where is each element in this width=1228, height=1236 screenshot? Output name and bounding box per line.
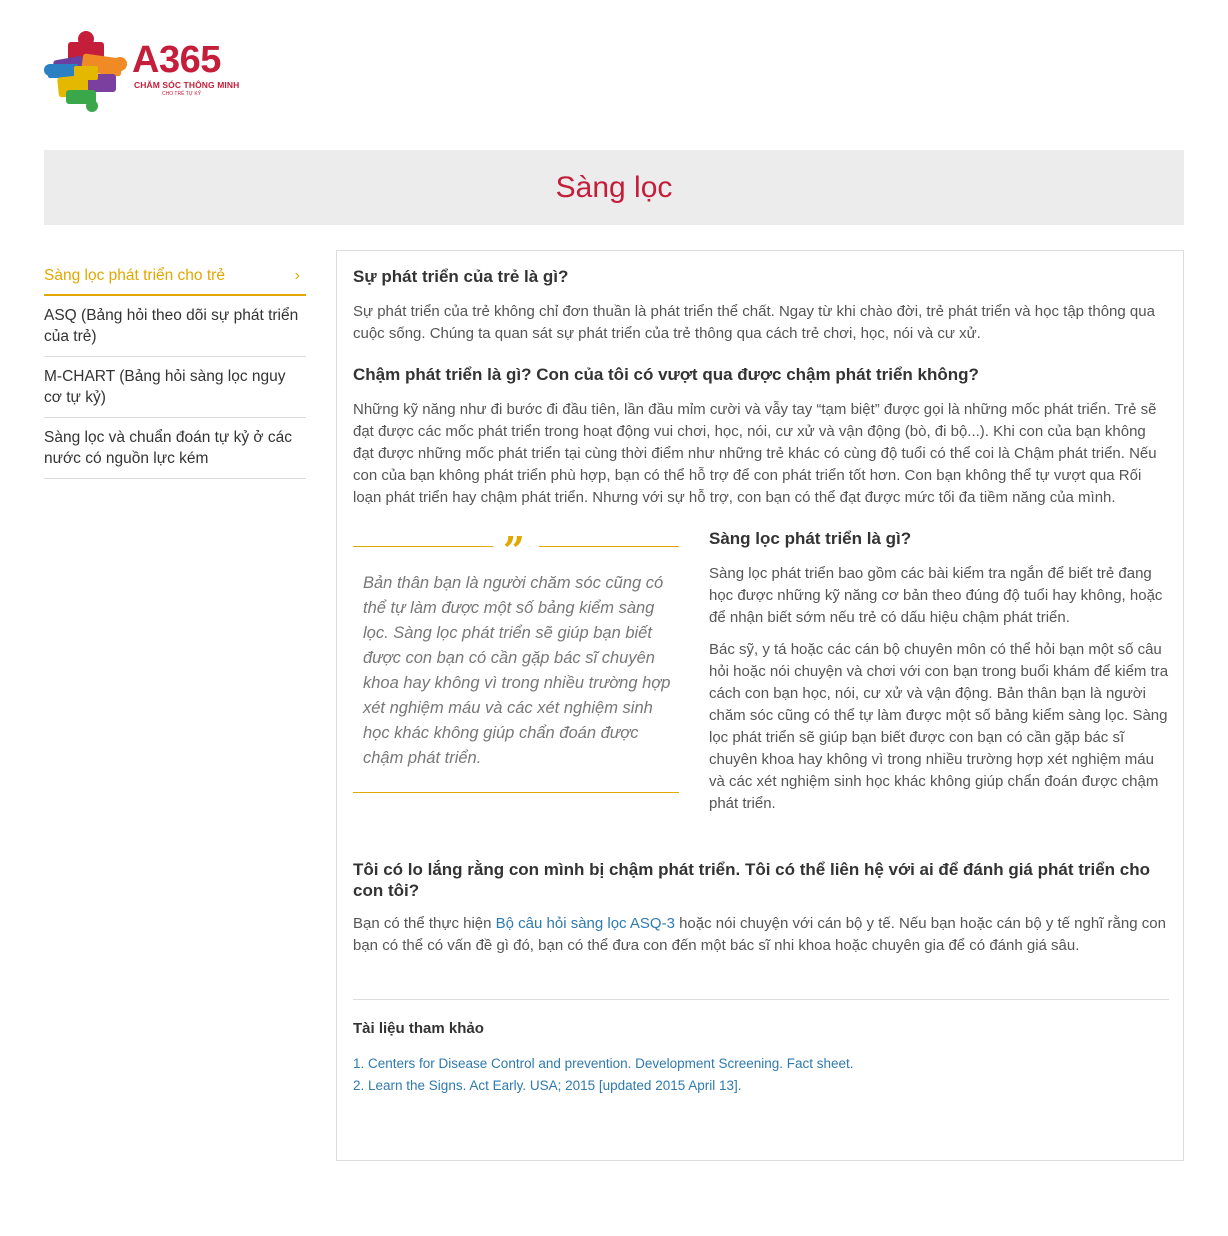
two-column-section: ” Bản thân bạn là người chăm sóc cũng có… <box>353 527 1169 853</box>
sidebar-item-label: Sàng lọc và chuẩn đoán tự kỷ ở các nước … <box>44 429 293 467</box>
divider <box>353 999 1169 1000</box>
section-body: Những kỹ năng như đi bước đi đầu tiên, l… <box>353 401 1157 506</box>
quote-divider <box>353 546 493 547</box>
section-body: Sự phát triển của trẻ không chỉ đơn thuầ… <box>353 303 1155 342</box>
sidebar-item-asq[interactable]: ASQ (Bảng hỏi theo dõi sự phát triển của… <box>44 296 306 357</box>
quote-icon: ” <box>503 528 525 573</box>
reference-link[interactable]: 2. Learn the Signs. Act Early. USA; 2015… <box>353 1075 1169 1097</box>
quote-divider <box>539 546 679 547</box>
page-title: Sàng lọc <box>555 171 673 204</box>
section-title: Tôi có lo lắng rằng con mình bị chậm phá… <box>353 860 1150 900</box>
section-body: Bác sỹ, y tá hoặc các cán bộ chuyên môn … <box>709 641 1169 812</box>
section-body: Bạn có thể thực hiện Bộ câu hỏi sàng lọc… <box>353 913 1169 957</box>
brand-logo[interactable]: A365 CHĂM SÓC THÔNG MINH CHO TRẺ TỰ KỶ <box>44 30 244 112</box>
sidebar-item-label: M-CHART (Bảng hỏi sàng lọc nguy cơ tự kỷ… <box>44 368 286 406</box>
brand-name: A365 <box>132 39 221 81</box>
puzzle-logo-icon <box>44 31 127 112</box>
sidebar-item-label: ASQ (Bảng hỏi theo dõi sự phát triển của… <box>44 307 299 345</box>
title-banner: Sàng lọc <box>44 150 1184 225</box>
sidebar-item-mchart[interactable]: M-CHART (Bảng hỏi sàng lọc nguy cơ tự kỷ… <box>44 357 306 418</box>
reference-link[interactable]: 1. Centers for Disease Control and preve… <box>353 1053 1169 1075</box>
content-panel: Sự phát triển của trẻ là gì? Sự phát tri… <box>336 250 1184 1161</box>
section-body: Sàng lọc phát triển bao gồm các bài kiểm… <box>709 565 1163 626</box>
section-title: Sự phát triển của trẻ là gì? <box>353 267 569 286</box>
chevron-right-icon: › <box>294 267 300 284</box>
references-title: Tài liệu tham khảo <box>353 1020 484 1037</box>
quote-text: Bản thân bạn là người chăm sóc cũng có t… <box>363 574 671 767</box>
asq3-link[interactable]: Bộ câu hỏi sàng lọc ASQ-3 <box>496 915 675 932</box>
section-title: Sàng lọc phát triển là gì? <box>709 529 912 548</box>
sidebar-nav: Sàng lọc phát triển cho trẻ › ASQ (Bảng … <box>44 255 306 479</box>
sidebar-item-developmental-screening[interactable]: Sàng lọc phát triển cho trẻ › <box>44 255 306 296</box>
quote-divider <box>353 792 679 793</box>
brand-tagline: CHĂM SÓC THÔNG MINH <box>134 80 240 90</box>
section-title: Chậm phát triển là gì? Con của tôi có vư… <box>353 365 979 384</box>
pull-quote: ” Bản thân bạn là người chăm sóc cũng có… <box>353 527 679 797</box>
body-text: Bạn có thể thực hiện <box>353 915 496 932</box>
brand-subtagline: CHO TRẺ TỰ KỶ <box>162 91 202 97</box>
article: Sự phát triển của trẻ là gì? Sự phát tri… <box>353 265 1169 1097</box>
right-column: Sàng lọc phát triển là gì? Sàng lọc phát… <box>709 527 1171 825</box>
sidebar-item-low-resource-screening[interactable]: Sàng lọc và chuẩn đoán tự kỷ ở các nước … <box>44 418 306 479</box>
sidebar-item-label: Sàng lọc phát triển cho trẻ <box>44 267 225 284</box>
